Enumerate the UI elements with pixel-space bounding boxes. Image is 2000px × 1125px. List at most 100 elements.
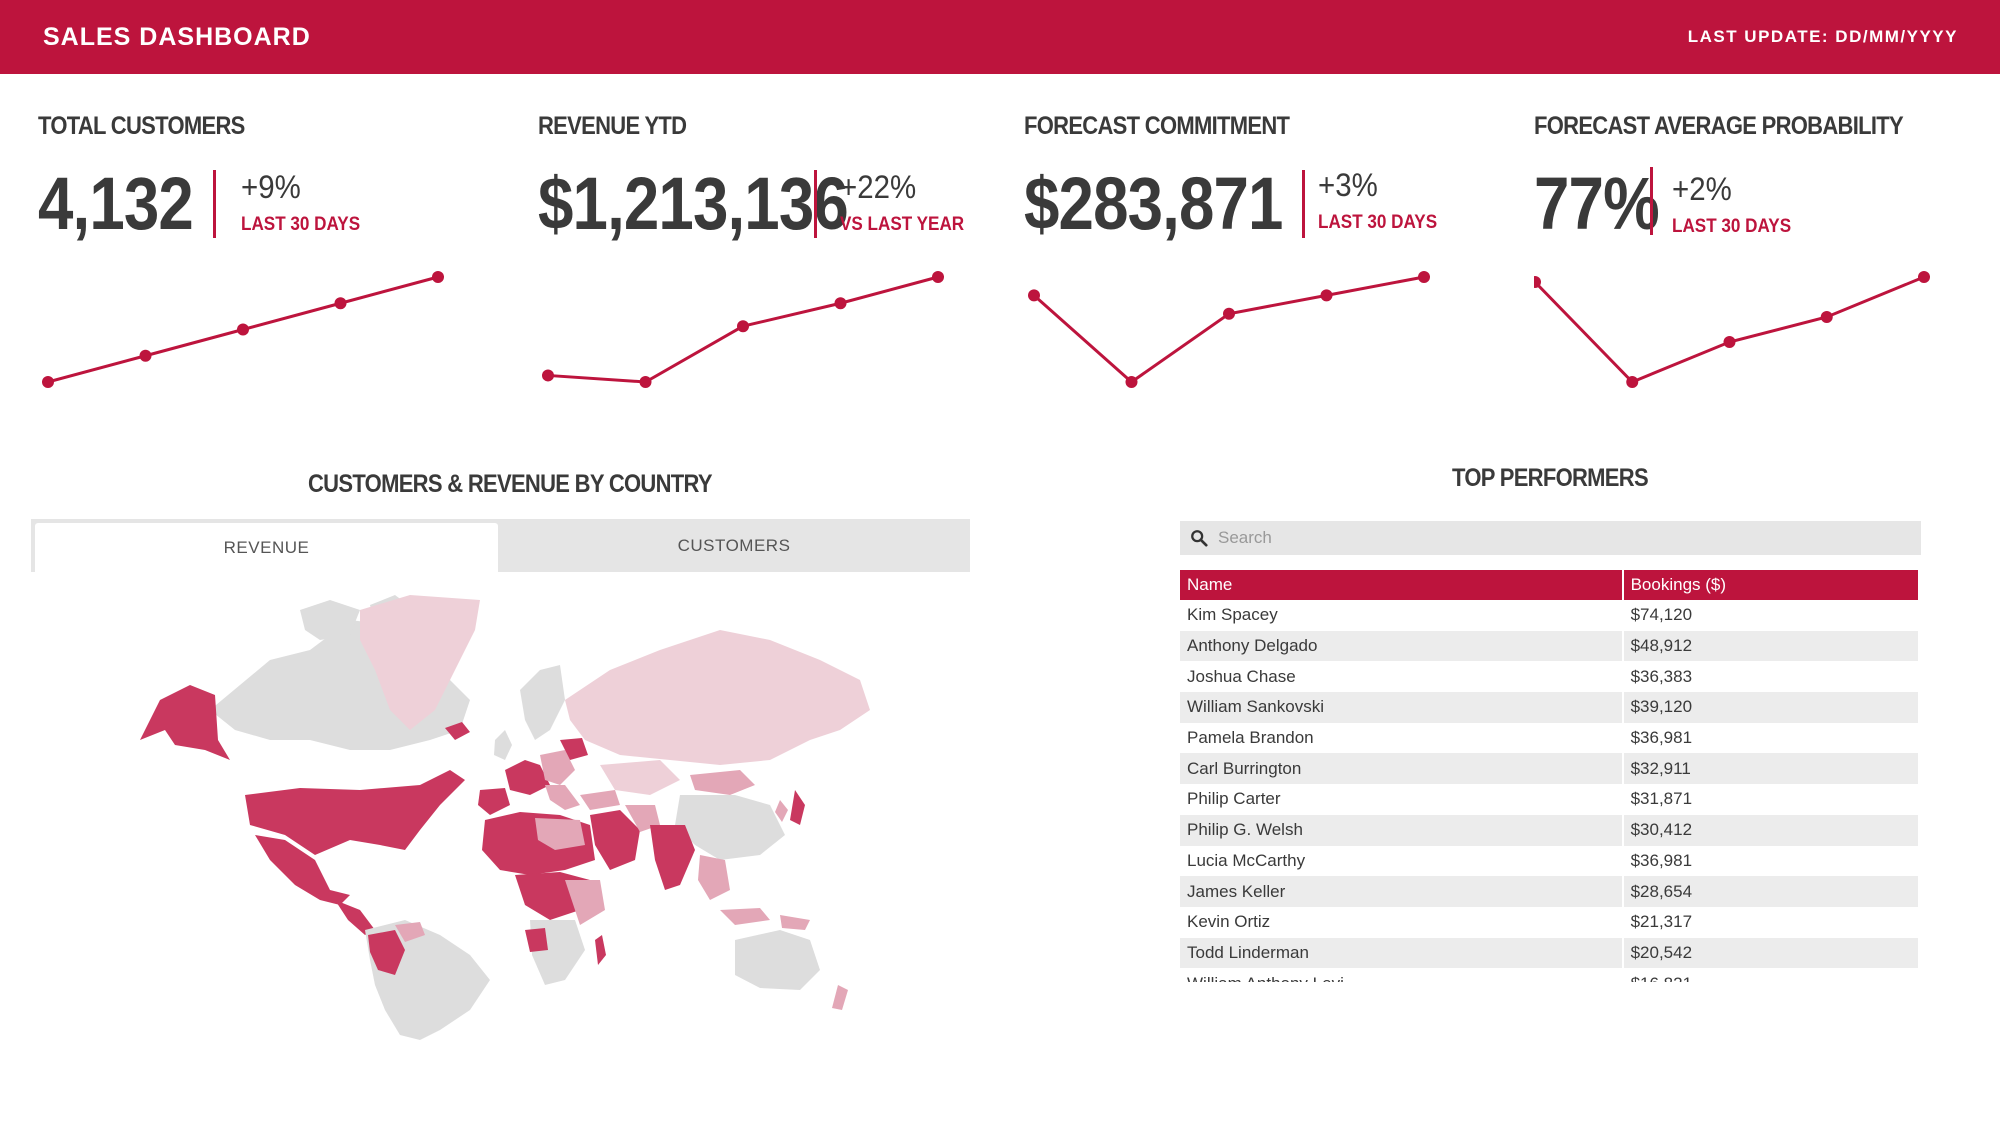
performers-table-container[interactable]: Name Bookings ($) Kim Spacey $74,120 Antho… bbox=[1180, 570, 1921, 982]
kpi-change: +3% bbox=[1318, 167, 1378, 203]
kpi-change: +2% bbox=[1672, 171, 1732, 207]
map-region-new-zealand[interactable] bbox=[832, 985, 848, 1010]
performer-name: William Anthony Levi bbox=[1180, 968, 1624, 982]
table-row[interactable]: Philip Carter $31,871 bbox=[1180, 784, 1918, 815]
sparkline-point[interactable] bbox=[1918, 271, 1930, 283]
table-row[interactable]: Philip G. Welsh $30,412 bbox=[1180, 814, 1918, 846]
table-row[interactable]: James Keller $28,654 bbox=[1180, 876, 1918, 907]
kpi-value: $283,871 bbox=[1024, 162, 1283, 245]
table-row[interactable]: Pamela Brandon $36,981 bbox=[1180, 722, 1918, 754]
table-row[interactable]: Carl Burrington $32,911 bbox=[1180, 753, 1918, 785]
map-region-turkey[interactable] bbox=[580, 790, 620, 810]
sparkline-point[interactable] bbox=[834, 297, 847, 310]
performer-name: Kevin Ortiz bbox=[1180, 906, 1624, 938]
map-region-korea[interactable] bbox=[775, 800, 788, 822]
search-input[interactable] bbox=[1218, 528, 1898, 548]
kpi-note: LAST 30 DAYS bbox=[1318, 212, 1438, 233]
sparkline-point[interactable] bbox=[334, 297, 347, 310]
sparkline-point[interactable] bbox=[1028, 289, 1040, 302]
performer-name: Anthony Delgado bbox=[1180, 630, 1624, 662]
column-header-name[interactable]: Name bbox=[1180, 570, 1624, 600]
table-row[interactable]: Joshua Chase $36,383 bbox=[1180, 661, 1918, 693]
performers-table-body: Kim Spacey $74,120 Anthony Delgado $48,912 J… bbox=[1180, 600, 1918, 982]
map-region-iberia[interactable] bbox=[478, 788, 510, 815]
map-region-scandinavia[interactable] bbox=[520, 665, 565, 740]
top-header-bar: SALES DASHBOARD LAST UPDATE: DD/MM/YYYY bbox=[0, 0, 2000, 74]
map-region-middle-east[interactable] bbox=[590, 810, 640, 870]
table-row[interactable]: Todd Linderman $20,542 bbox=[1180, 937, 1918, 969]
kpi-sparkline bbox=[42, 271, 444, 388]
kpi-change: +9% bbox=[241, 169, 301, 205]
sparkline-point[interactable] bbox=[542, 369, 554, 382]
performers-section-title: TOP PERFORMERS bbox=[1452, 464, 1649, 492]
performer-bookings: $36,981 bbox=[1630, 728, 1693, 748]
kpi-title: FORECAST COMMITMENT bbox=[1024, 112, 1290, 140]
tab-revenue[interactable]: REVENUE bbox=[35, 523, 498, 572]
map-region-madagascar[interactable] bbox=[595, 935, 606, 965]
kpi-value: $1,213,136 bbox=[538, 162, 849, 245]
sparkline-point[interactable] bbox=[932, 271, 944, 283]
sparkline-point[interactable] bbox=[1418, 271, 1430, 283]
performer-bookings: $36,383 bbox=[1630, 666, 1693, 686]
sparkline-point[interactable] bbox=[432, 271, 444, 283]
tab-customers[interactable]: CUSTOMERS bbox=[498, 519, 970, 572]
table-row[interactable]: William Sankovski $39,120 bbox=[1180, 692, 1918, 723]
performer-bookings: $30,412 bbox=[1622, 814, 1918, 846]
dashboard-title: SALES DASHBOARD bbox=[43, 22, 311, 51]
kpi-sparkline bbox=[1534, 271, 1930, 388]
sparkline-point[interactable] bbox=[639, 376, 652, 388]
table-row[interactable]: William Anthony Levi$16,821 bbox=[1180, 968, 1918, 982]
kpi-divider bbox=[213, 170, 216, 238]
map-region-papua[interactable] bbox=[780, 915, 810, 930]
map-region-southeast-asia[interactable] bbox=[698, 855, 730, 900]
performer-name: Philip Carter bbox=[1180, 784, 1624, 815]
last-update-label: LAST UPDATE: DD/MM/YYYY bbox=[1687, 27, 1958, 46]
kpi-note: LAST 30 DAYS bbox=[241, 214, 361, 235]
performer-name: Todd Linderman bbox=[1180, 937, 1624, 969]
performer-name: Carl Burrington bbox=[1180, 753, 1624, 785]
map-region-alaska[interactable] bbox=[140, 685, 230, 760]
performer-name: James Keller bbox=[1180, 876, 1624, 907]
performers-table: Name Bookings ($) Kim Spacey $74,120 Antho… bbox=[1180, 570, 1918, 982]
sparkline-point[interactable] bbox=[1820, 311, 1833, 323]
map-region-japan[interactable] bbox=[790, 790, 805, 825]
map-section-title: CUSTOMERS & REVENUE BY COUNTRY bbox=[308, 470, 713, 498]
table-header-row: Name Bookings ($) bbox=[1180, 570, 1918, 600]
map-region-australia[interactable] bbox=[735, 930, 820, 990]
sparkline-point[interactable] bbox=[1626, 376, 1639, 388]
kpi-change: +22% bbox=[840, 169, 917, 205]
kpi-note: VS LAST YEAR bbox=[840, 214, 965, 235]
map-region-angola[interactable] bbox=[525, 928, 548, 952]
sparkline-point[interactable] bbox=[1125, 376, 1138, 388]
performer-bookings: $16,821 bbox=[1623, 968, 1918, 982]
map-region-indonesia[interactable] bbox=[720, 908, 770, 925]
sparkline-point[interactable] bbox=[737, 320, 749, 333]
performer-name: William Sankovski bbox=[1180, 692, 1624, 723]
sparkline-point[interactable] bbox=[237, 323, 249, 336]
column-header-bookings[interactable]: Bookings ($) bbox=[1622, 570, 1918, 600]
table-row[interactable]: Kevin Ortiz $21,317 bbox=[1180, 906, 1918, 938]
map-region-mongolia[interactable] bbox=[690, 770, 755, 795]
map-region-russia[interactable] bbox=[565, 630, 870, 765]
table-row[interactable]: Kim Spacey $74,120 bbox=[1180, 600, 1918, 631]
kpi-divider bbox=[1302, 170, 1305, 238]
map-region-kazakhstan[interactable] bbox=[600, 760, 680, 795]
kpi-note: LAST 30 DAYS bbox=[1672, 216, 1792, 237]
map-region-uk[interactable] bbox=[494, 730, 512, 760]
kpi-sparkline bbox=[1028, 271, 1430, 388]
sparkline-point[interactable] bbox=[1223, 307, 1235, 320]
performer-bookings: $28,654 bbox=[1622, 876, 1918, 907]
kpi-value: 77% bbox=[1534, 162, 1660, 245]
table-row[interactable]: Anthony Delgado $48,912 bbox=[1180, 630, 1918, 662]
sparkline-point[interactable] bbox=[1723, 336, 1736, 348]
map-region-india[interactable] bbox=[650, 825, 695, 890]
map-region-italy-balkans[interactable] bbox=[545, 785, 580, 810]
table-row[interactable]: Lucia McCarthy $36,981 bbox=[1180, 845, 1918, 877]
map-tabs: REVENUE CUSTOMERS bbox=[31, 519, 970, 572]
sparkline-point[interactable] bbox=[1320, 289, 1333, 302]
performer-bookings: $48,912 bbox=[1622, 630, 1918, 662]
kpi-revenue-ytd: REVENUE YTD $1,213,136 +22% VS LAST YEAR bbox=[538, 112, 998, 412]
sparkline-point[interactable] bbox=[139, 349, 152, 362]
sparkline-point[interactable] bbox=[42, 376, 54, 388]
kpi-title: FORECAST AVERAGE PROBABILITY bbox=[1534, 112, 1904, 140]
